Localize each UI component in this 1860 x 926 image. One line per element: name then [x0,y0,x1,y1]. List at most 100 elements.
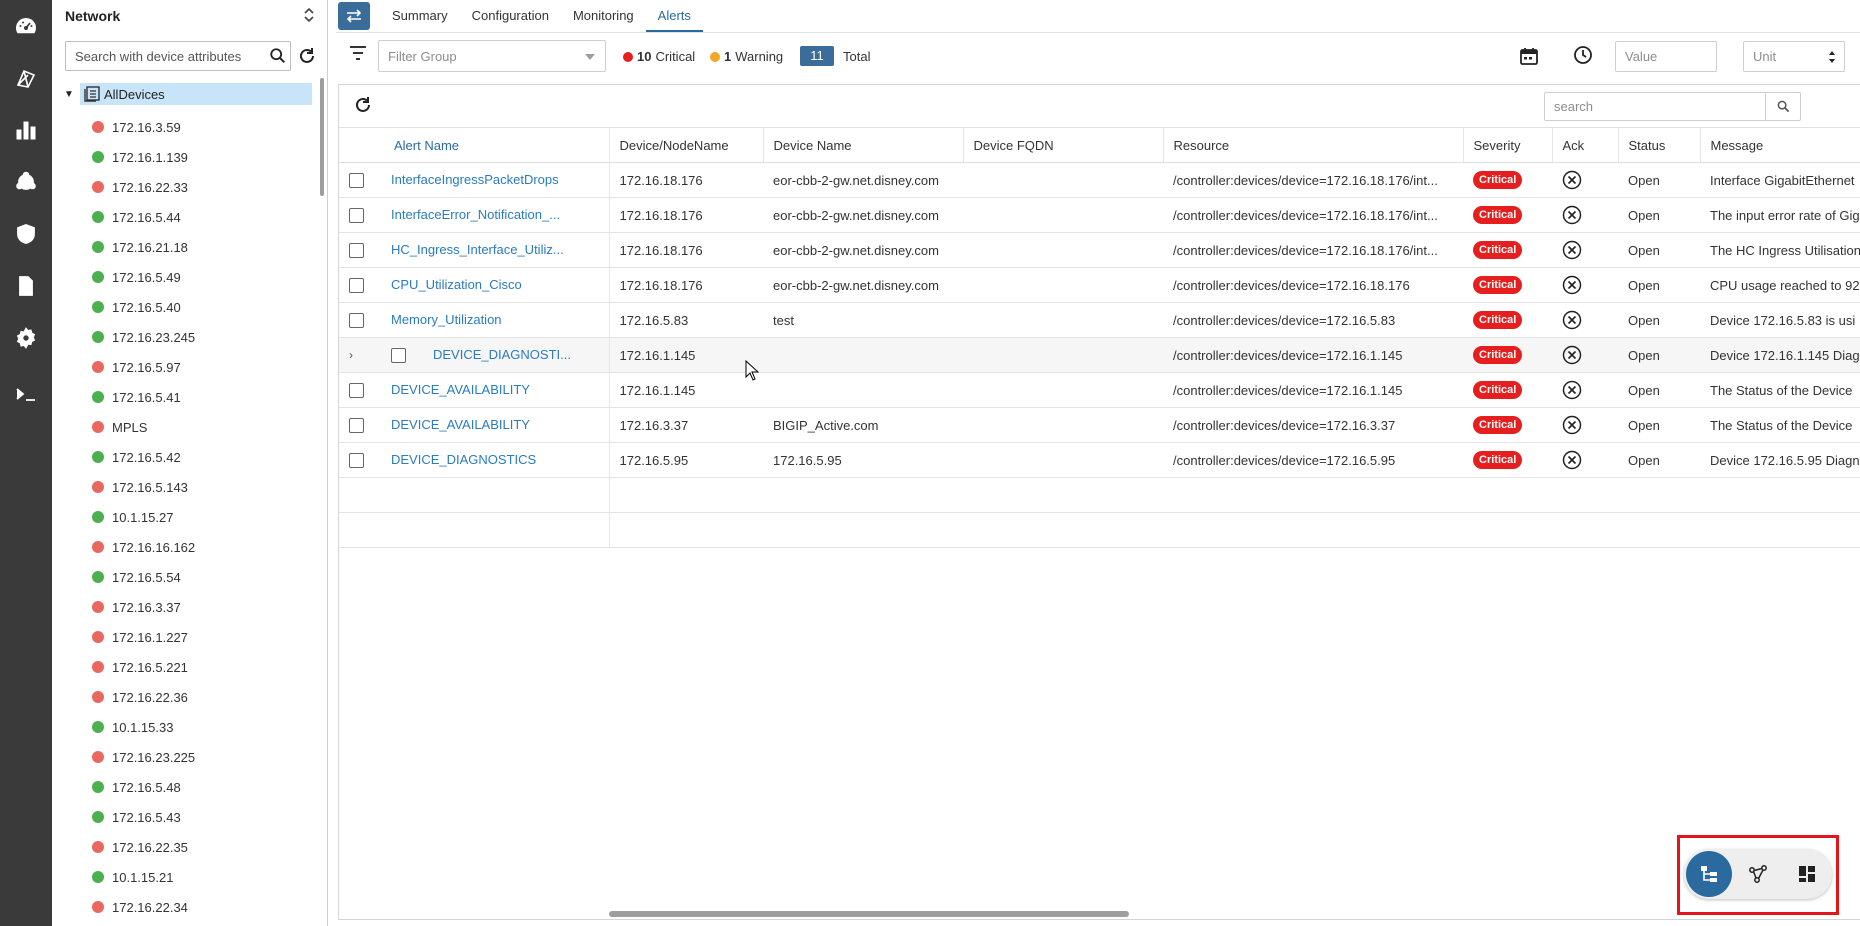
tree-item-device[interactable]: 172.16.5.49 [92,262,195,292]
tree-item-device[interactable]: 10.1.15.21 [92,862,195,892]
row-checkbox[interactable] [349,383,364,399]
grid-search-button[interactable] [1765,92,1801,121]
expand-chevron-icon[interactable]: › [349,348,359,362]
search-icon[interactable] [269,47,287,65]
alert-name-link[interactable]: InterfaceIngressPacketDrops [391,172,559,187]
row-checkbox[interactable] [391,348,406,364]
tree-item-device[interactable]: 172.16.16.162 [92,532,195,562]
tab-alerts[interactable]: Alerts [645,0,703,32]
dashboard-icon[interactable] [12,12,40,40]
alert-name-link[interactable]: DEVICE_AVAILABILITY [391,417,530,432]
table-row[interactable]: DEVICE_AVAILABILITY 172.16.1.145/controll… [339,372,1860,408]
tree-item-device[interactable]: 172.16.23.225 [92,742,195,772]
table-row[interactable]: InterfaceIngressPacketDrops 172.16.18.176… [339,162,1860,198]
row-checkbox[interactable] [349,173,364,189]
tree-item-device[interactable]: 172.16.22.35 [92,832,195,862]
alert-name-link[interactable]: CPU_Utilization_Cisco [391,277,522,292]
row-checkbox[interactable] [349,313,364,329]
alert-name-link[interactable]: HC_Ingress_Interface_Utiliz... [391,242,564,257]
calendar-icon[interactable] [1519,46,1539,66]
acknowledge-x-icon[interactable] [1562,380,1582,400]
topology-icon[interactable] [12,64,40,92]
tree-item-device[interactable]: 172.16.5.143 [92,472,195,502]
tree-item-device[interactable]: 172.16.1.139 [92,142,195,172]
row-checkbox[interactable] [349,453,364,469]
tree-item-device[interactable]: 172.16.5.42 [92,442,195,472]
acknowledge-x-icon[interactable] [1562,345,1582,365]
tree-item-device[interactable]: 172.16.5.43 [92,802,195,832]
tree-item-device[interactable]: 172.16.1.227 [92,622,195,652]
tab-monitoring[interactable]: Monitoring [561,0,646,32]
tree-item-device[interactable]: 10.1.15.33 [92,712,195,742]
filter-group-dropdown[interactable]: Filter Group [378,40,606,72]
table-row[interactable]: Memory_Utilization 172.16.5.83 test/contro… [339,302,1860,338]
clock-icon[interactable] [1573,45,1593,65]
tree-root-node[interactable]: ▼ AllDevices [64,83,312,105]
alert-name-link[interactable]: DEVICE_DIAGNOSTI... [433,347,571,362]
row-checkbox[interactable] [349,278,364,294]
horizontal-scrollbar[interactable] [609,911,1129,917]
tab-configuration[interactable]: Configuration [460,0,561,32]
acknowledge-x-icon[interactable] [1562,240,1582,260]
tree-item-device[interactable]: 172.16.22.34 [92,892,195,922]
column-header-status[interactable]: Status [1618,127,1701,163]
filter-icon[interactable] [348,44,368,62]
device-search-input[interactable] [65,41,291,71]
alert-name-link[interactable]: DEVICE_DIAGNOSTICS [391,452,536,467]
column-header-resource[interactable]: Resource [1163,127,1464,163]
tab-summary[interactable]: Summary [380,0,460,32]
collapse-triangle-icon[interactable]: ▼ [64,89,76,100]
alert-name-link[interactable]: DEVICE_AVAILABILITY [391,382,530,397]
terminal-icon[interactable] [12,380,40,408]
tree-item-device[interactable]: 172.16.5.40 [92,292,195,322]
tree-item-device[interactable]: 172.16.21.18 [92,232,195,262]
swap-view-button[interactable] [338,2,370,30]
tree-item-device[interactable]: 172.16.22.33 [92,172,195,202]
tree-item-device[interactable]: 172.16.5.97 [92,352,195,382]
tree-item-device[interactable]: 172.16.23.245 [92,322,195,352]
document-icon[interactable] [12,272,40,300]
tree-view-button[interactable] [1686,851,1732,897]
column-header-device-name[interactable]: Device Name [763,127,964,163]
row-checkbox[interactable] [349,208,364,224]
tree-item-device[interactable]: 172.16.5.54 [92,562,195,592]
table-row[interactable]: DEVICE_AVAILABILITY 172.16.3.37 BIGIP_Acti… [339,407,1860,443]
acknowledge-x-icon[interactable] [1562,450,1582,470]
column-header-ack[interactable]: Ack [1552,127,1619,163]
dashboard-view-button[interactable] [1784,851,1830,897]
acknowledge-x-icon[interactable] [1562,310,1582,330]
tree-item-device[interactable]: 172.16.3.37 [92,592,195,622]
alert-name-link[interactable]: Memory_Utilization [391,312,502,327]
grid-search-input[interactable] [1544,92,1766,121]
settings-gear-icon[interactable] [12,324,40,352]
row-checkbox[interactable] [349,243,364,259]
acknowledge-x-icon[interactable] [1562,170,1582,190]
tree-item-device[interactable]: 10.1.15.27 [92,502,195,532]
all-devices-node[interactable]: AllDevices [80,83,312,105]
graph-view-button[interactable] [1735,851,1781,897]
services-icon[interactable] [12,168,40,196]
collapse-chevron-icon[interactable] [302,5,316,25]
table-row[interactable]: DEVICE_DIAGNOSTICS 172.16.5.95 172.16.5.95… [339,442,1860,478]
column-header-message[interactable]: Message [1700,127,1860,163]
tree-item-device[interactable]: MPLS [92,412,195,442]
column-header-device-node[interactable]: Device/NodeName [609,127,764,163]
table-row[interactable]: InterfaceError_Notification_... 172.16.18… [339,197,1860,233]
tree-item-device[interactable]: 172.16.5.41 [92,382,195,412]
tree-item-device[interactable]: 172.16.5.221 [92,652,195,682]
column-header-alert-name[interactable]: Alert Name [339,127,610,163]
unit-select[interactable]: Unit [1743,41,1845,72]
table-row[interactable]: › DEVICE_DIAGNOSTI... 172.16.1.145/control… [339,337,1860,373]
tree-item-device[interactable]: 172.16.3.59 [92,112,195,142]
table-row[interactable]: HC_Ingress_Interface_Utiliz... 172.16.18.… [339,232,1860,268]
column-header-device-fqdn[interactable]: Device FQDN [963,127,1164,163]
acknowledge-x-icon[interactable] [1562,275,1582,295]
tree-item-device[interactable]: 172.16.22.36 [92,682,195,712]
grid-refresh-icon[interactable] [353,95,373,115]
reports-chart-icon[interactable] [12,116,40,144]
tree-item-device[interactable]: 172.16.5.48 [92,772,195,802]
row-checkbox[interactable] [349,418,364,434]
tree-scrollbar[interactable] [320,78,324,196]
security-shield-icon[interactable] [12,220,40,248]
acknowledge-x-icon[interactable] [1562,415,1582,435]
